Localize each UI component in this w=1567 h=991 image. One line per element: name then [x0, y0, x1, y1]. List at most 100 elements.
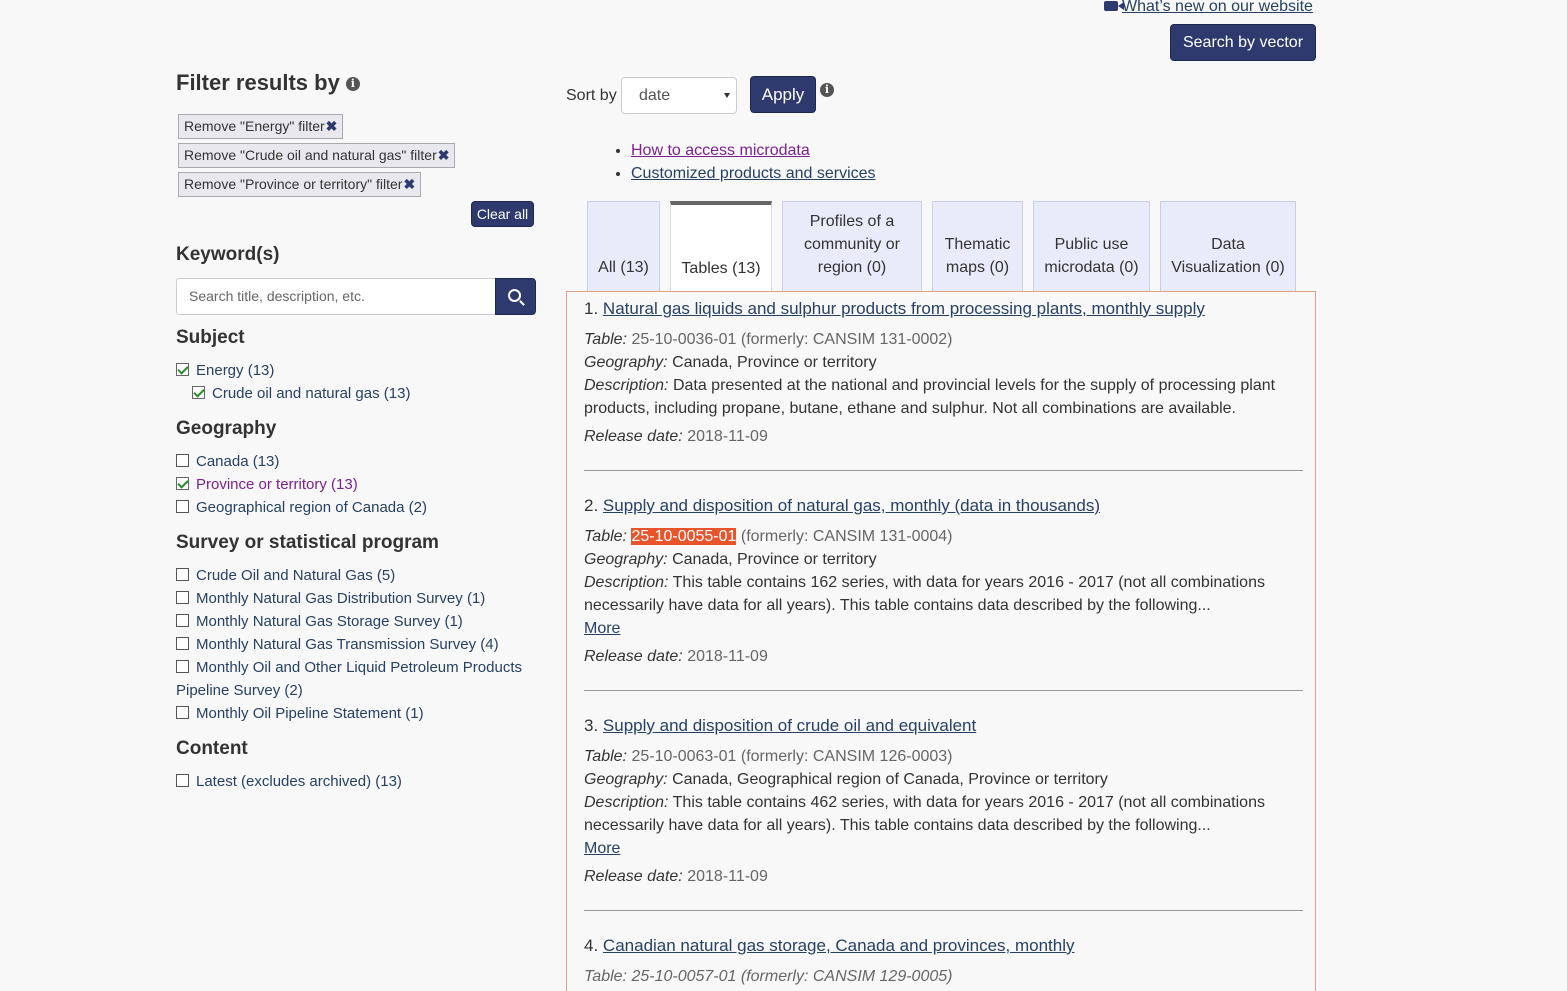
- checkbox-label: Monthly Oil and Other Liquid Petroleum P…: [196, 659, 522, 676]
- tab-data-visualization[interactable]: Data Visualization (0): [1160, 201, 1296, 292]
- checkbox-label: Energy (13): [196, 362, 275, 379]
- result-description-line-2: necessarily have data for all years). Th…: [584, 597, 1211, 614]
- filter-results-heading: Filter results by i: [176, 70, 360, 96]
- geography-canada-checkbox[interactable]: Canada (13): [176, 453, 279, 470]
- survey-gas-transmission-checkbox[interactable]: Monthly Natural Gas Transmission Survey …: [176, 636, 499, 653]
- result-description-line: Description: Data presented at the natio…: [584, 374, 1275, 397]
- result-table-line: Table: 25-10-0055-01 (formerly: CANSIM 1…: [584, 525, 953, 548]
- search-icon: [507, 288, 521, 302]
- tab-profiles[interactable]: Profiles of a community or region (0): [782, 201, 922, 292]
- whats-new-link[interactable]: What’s new on our website: [1104, 0, 1313, 16]
- checkbox-icon[interactable]: [176, 568, 189, 581]
- tab-label-line: Data: [1211, 236, 1245, 253]
- result-table-line: Table: 25-10-0036-01 (formerly: CANSIM 1…: [584, 328, 953, 351]
- checkbox-label: Province or territory (13): [196, 476, 358, 493]
- result-title-link[interactable]: Supply and disposition of natural gas, m…: [603, 496, 1100, 515]
- clear-all-button[interactable]: Clear all: [471, 201, 534, 227]
- survey-crude-oil-checkbox[interactable]: Crude Oil and Natural Gas (5): [176, 567, 395, 584]
- checkbox-icon[interactable]: [176, 706, 189, 719]
- result-release-line: Release date: 2018-11-09: [584, 425, 768, 448]
- table-id: 25-10-0063-01: [631, 748, 737, 765]
- checkbox-label: Monthly Natural Gas Distribution Survey …: [196, 590, 486, 607]
- result-title-link[interactable]: Natural gas liquids and sulphur products…: [603, 299, 1205, 318]
- chip-label: Remove "Crude oil and natural gas" filte…: [184, 147, 437, 163]
- checkbox-checked-icon[interactable]: [192, 386, 205, 399]
- survey-oil-liquid-checkbox[interactable]: Monthly Oil and Other Liquid Petroleum P…: [176, 659, 522, 676]
- chevron-down-icon: [724, 93, 730, 98]
- result-geography-line: Geography: Canada, Province or territory: [584, 351, 877, 374]
- tab-label-line: Profiles of a: [809, 213, 895, 230]
- table-formerly: (formerly: CANSIM 126-0003): [740, 748, 953, 765]
- description-text: Data presented at the national and provi…: [672, 377, 1276, 394]
- result-description-line: Description: This table contains 162 ser…: [584, 571, 1265, 594]
- geography-label: Geography:: [584, 771, 668, 788]
- more-link[interactable]: More: [584, 837, 620, 860]
- checkbox-checked-icon[interactable]: [176, 363, 189, 376]
- checkbox-icon[interactable]: [176, 774, 189, 787]
- tab-tables[interactable]: Tables (13): [670, 201, 772, 292]
- apply-button[interactable]: Apply: [750, 76, 816, 113]
- survey-oil-pipeline-checkbox[interactable]: Monthly Oil Pipeline Statement (1): [176, 705, 424, 722]
- chip-label: Remove "Province or territory" filter: [184, 176, 403, 192]
- geography-province-checkbox[interactable]: Province or territory (13): [176, 476, 358, 493]
- remove-province-filter-chip[interactable]: Remove "Province or territory" filter✖: [178, 172, 422, 197]
- info-icon[interactable]: i: [345, 77, 360, 91]
- sort-info-icon[interactable]: i: [820, 83, 834, 97]
- checkbox-label: Monthly Natural Gas Storage Survey (1): [196, 613, 463, 630]
- geography-label: Geography:: [584, 354, 668, 371]
- checkbox-icon[interactable]: [176, 500, 189, 513]
- more-link[interactable]: More: [584, 617, 620, 640]
- checkbox-icon[interactable]: [176, 660, 189, 673]
- tab-all[interactable]: All (13): [587, 201, 660, 292]
- checkbox-icon[interactable]: [176, 637, 189, 650]
- whats-new-label: What’s new on our website: [1122, 0, 1313, 15]
- close-icon[interactable]: ✖: [438, 147, 450, 163]
- how-to-access-microdata-link[interactable]: How to access microdata: [631, 142, 810, 159]
- tab-label: All (13): [598, 259, 649, 276]
- geography-region-checkbox[interactable]: Geographical region of Canada (2): [176, 499, 427, 516]
- checkbox-checked-icon[interactable]: [176, 477, 189, 490]
- tab-thematic-maps[interactable]: Thematic maps (0): [932, 201, 1023, 292]
- tab-label: Thematic maps (0): [945, 233, 1011, 279]
- result-number: 4.: [584, 936, 599, 955]
- subject-energy-checkbox[interactable]: Energy (13): [176, 362, 274, 379]
- keyword-search-input[interactable]: Search title, description, etc.: [176, 278, 496, 315]
- result-description-line-2: products, including propane, butane, eth…: [584, 400, 1236, 417]
- close-icon[interactable]: ✖: [326, 118, 338, 134]
- checkbox-label: Monthly Natural Gas Transmission Survey …: [196, 636, 499, 653]
- close-icon[interactable]: ✖: [403, 176, 415, 192]
- checkbox-label: Crude Oil and Natural Gas (5): [196, 567, 396, 584]
- result-title: 4. Canadian natural gas storage, Canada …: [584, 936, 1075, 956]
- divider: [584, 690, 1303, 691]
- geography-value: Canada, Province or territory: [672, 551, 877, 568]
- result-title-link[interactable]: Supply and disposition of crude oil and …: [603, 716, 976, 735]
- description-label: Description:: [584, 574, 669, 591]
- search-by-vector-button[interactable]: Search by vector: [1170, 24, 1316, 61]
- checkbox-icon[interactable]: [176, 591, 189, 604]
- checkbox-icon[interactable]: [176, 454, 189, 467]
- customized-products-link[interactable]: Customized products and services: [631, 165, 876, 182]
- keyword-search-button[interactable]: [495, 278, 536, 315]
- survey-gas-storage-checkbox[interactable]: Monthly Natural Gas Storage Survey (1): [176, 613, 463, 630]
- result-release-line: Release date: 2018-11-09: [584, 865, 768, 888]
- content-heading: Content: [176, 738, 248, 759]
- description-text: This table contains 162 series, with dat…: [672, 574, 1265, 591]
- tab-public-use-microdata[interactable]: Public use microdata (0): [1033, 201, 1150, 292]
- tab-label-line: Public use: [1054, 236, 1129, 253]
- checkbox-icon[interactable]: [176, 614, 189, 627]
- sort-select[interactable]: date: [621, 77, 737, 114]
- content-latest-checkbox[interactable]: Latest (excludes archived) (13): [176, 773, 402, 790]
- survey-oil-liquid-label-cont[interactable]: Pipeline Survey (2): [176, 682, 303, 699]
- remove-energy-filter-chip[interactable]: Remove "Energy" filter✖: [178, 114, 344, 139]
- remove-crude-oil-filter-chip[interactable]: Remove "Crude oil and natural gas" filte…: [178, 143, 456, 168]
- tab-label: Profiles of a community or region (0): [804, 210, 900, 279]
- result-title-link[interactable]: Canadian natural gas storage, Canada and…: [603, 936, 1075, 955]
- release-label: Release date:: [584, 648, 683, 665]
- subject-crude-oil-checkbox[interactable]: Crude oil and natural gas (13): [192, 385, 410, 402]
- table-formerly: (formerly: CANSIM 131-0004): [740, 528, 953, 545]
- table-label: Table:: [584, 748, 627, 765]
- checkbox-label: Latest (excludes archived) (13): [196, 773, 402, 790]
- survey-gas-distribution-checkbox[interactable]: Monthly Natural Gas Distribution Survey …: [176, 590, 485, 607]
- tab-label: Public use microdata (0): [1044, 233, 1138, 279]
- geography-value: Canada, Geographical region of Canada, P…: [672, 771, 1108, 788]
